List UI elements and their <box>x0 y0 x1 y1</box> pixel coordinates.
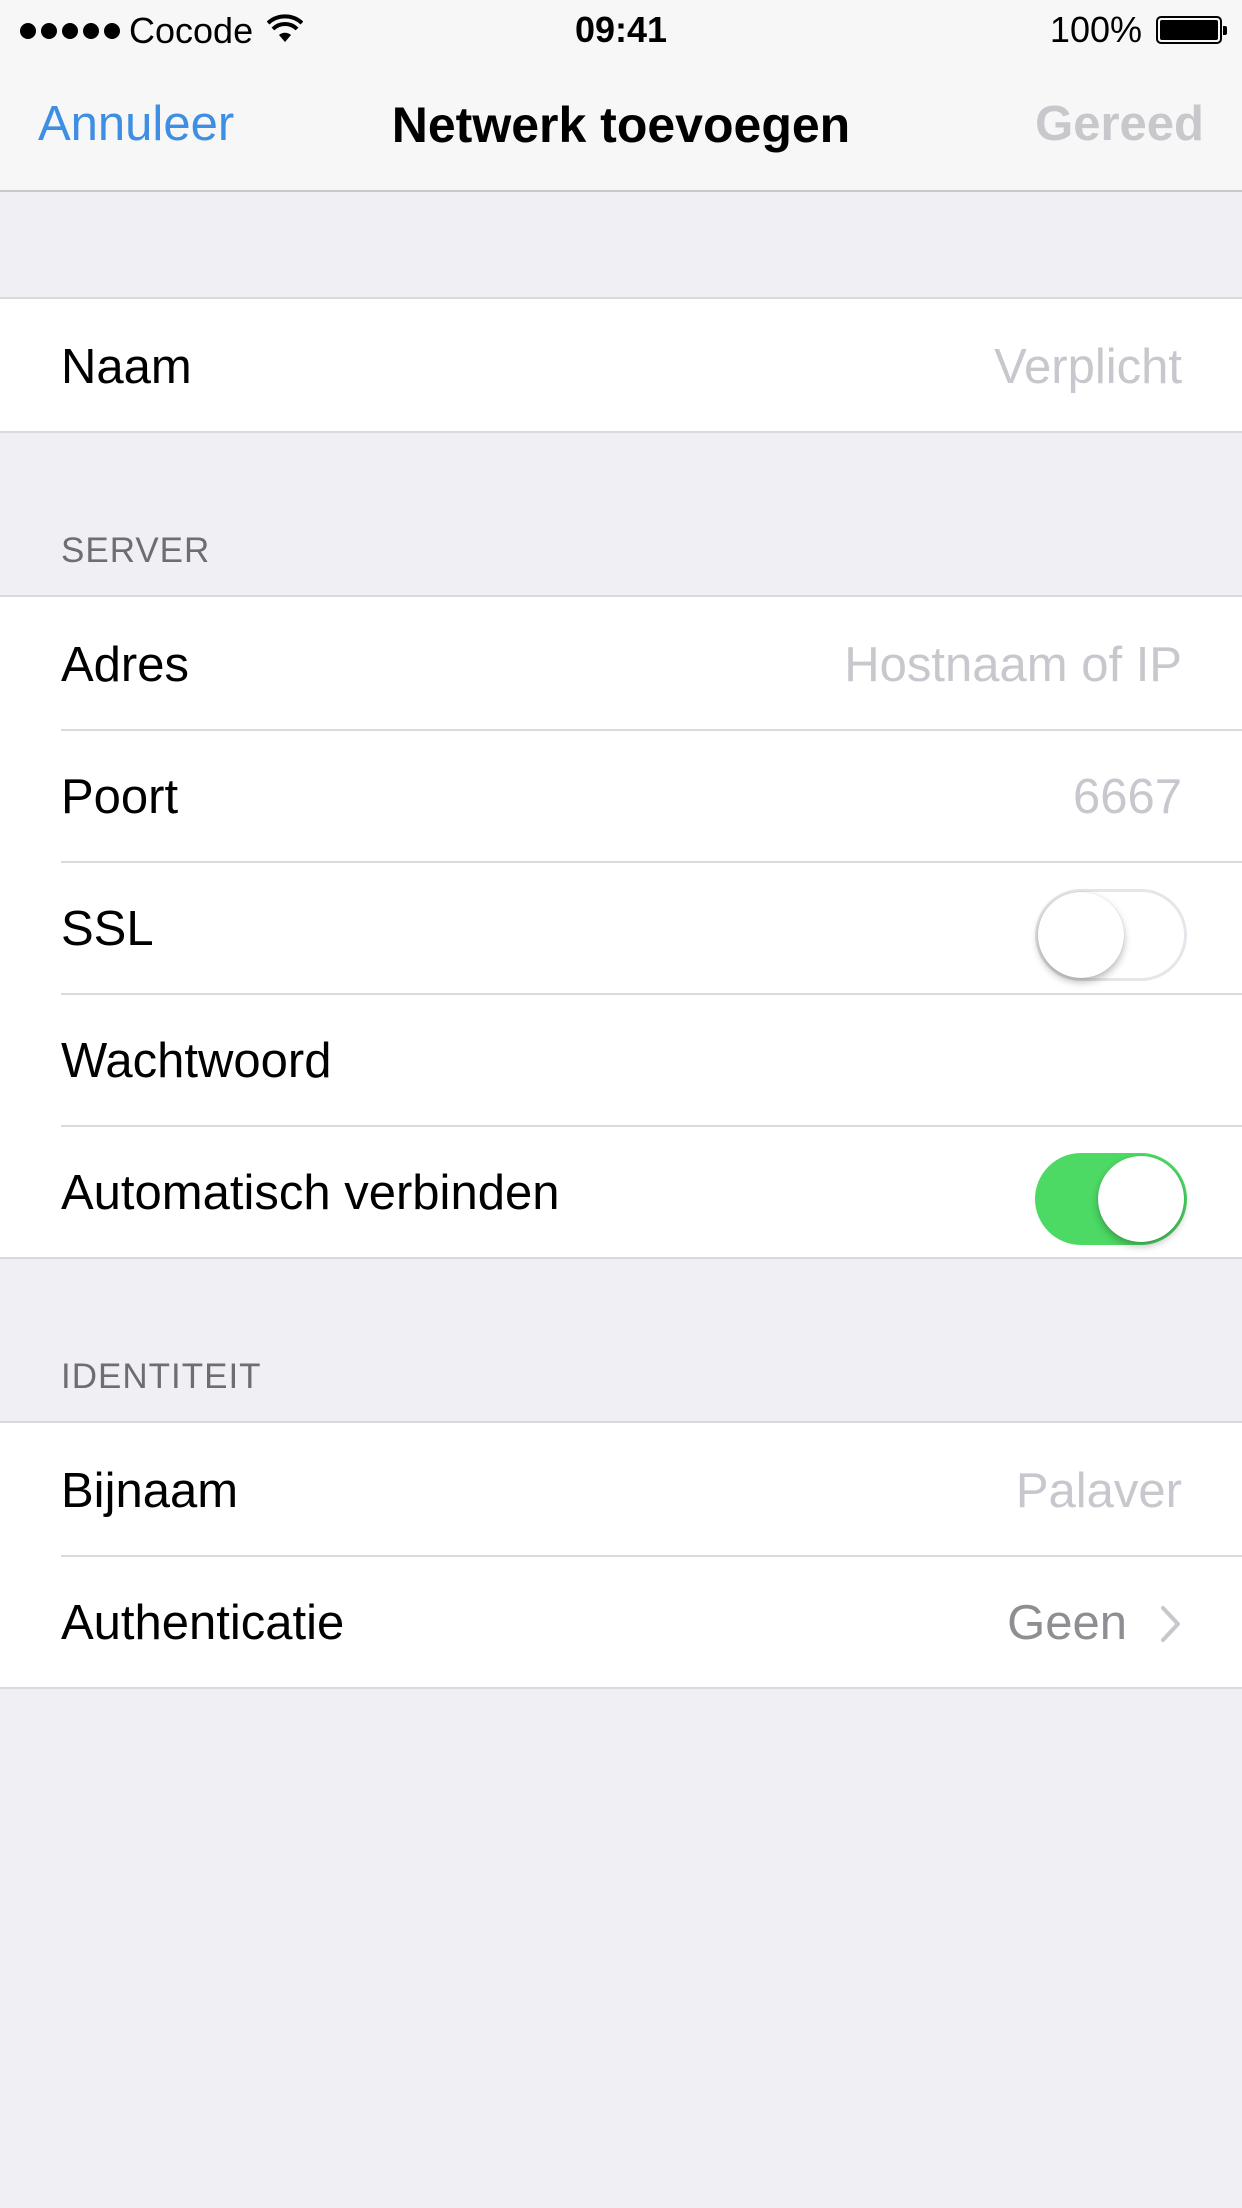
port-row[interactable]: Poort 6667 <box>0 729 1242 861</box>
status-bar: Cocode 09:41 100% <box>0 0 1242 60</box>
password-row[interactable]: Wachtwoord <box>0 993 1242 1125</box>
identity-section-header: IDENTITEIT <box>61 1357 262 1396</box>
authentication-row[interactable]: Authenticatie Geen <box>0 1555 1242 1687</box>
address-input[interactable]: Hostnaam of IP <box>844 637 1182 693</box>
password-label: Wachtwoord <box>61 1034 332 1088</box>
ssl-row: SSL <box>0 861 1242 993</box>
name-group: Naam Verplicht <box>0 297 1242 433</box>
port-input[interactable]: 6667 <box>1073 769 1182 825</box>
identity-group: Bijnaam Palaver Authenticatie Geen <box>0 1421 1242 1689</box>
navigation-bar: Annuleer Netwerk toevoegen Gereed <box>0 60 1242 192</box>
name-row[interactable]: Naam Verplicht <box>0 299 1242 431</box>
port-label: Poort <box>61 770 179 824</box>
toggle-knob <box>1038 892 1124 978</box>
server-section-header: SERVER <box>61 531 211 570</box>
address-label: Adres <box>61 638 190 692</box>
battery-percentage: 100% <box>1049 9 1142 50</box>
authentication-label: Authenticatie <box>61 1596 345 1650</box>
nickname-input[interactable]: Palaver <box>1016 1463 1182 1519</box>
authentication-value: Geen <box>1007 1596 1127 1650</box>
autoconnect-row: Automatisch verbinden <box>0 1125 1242 1257</box>
nickname-label: Bijnaam <box>61 1464 239 1518</box>
battery-icon <box>1156 16 1227 44</box>
name-input[interactable]: Verplicht <box>994 339 1182 395</box>
toggle-knob <box>1098 1156 1184 1242</box>
chevron-right-icon <box>1161 1606 1180 1642</box>
server-group: Adres Hostnaam of IP Poort 6667 SSL Wach… <box>0 595 1242 1259</box>
ssl-toggle[interactable] <box>1035 889 1187 981</box>
autoconnect-label: Automatisch verbinden <box>61 1166 560 1220</box>
address-row[interactable]: Adres Hostnaam of IP <box>0 597 1242 729</box>
ssl-label: SSL <box>61 902 154 956</box>
name-label: Naam <box>61 340 192 394</box>
autoconnect-toggle[interactable] <box>1035 1153 1187 1245</box>
done-button[interactable]: Gereed <box>1035 96 1204 152</box>
nickname-row[interactable]: Bijnaam Palaver <box>0 1423 1242 1555</box>
